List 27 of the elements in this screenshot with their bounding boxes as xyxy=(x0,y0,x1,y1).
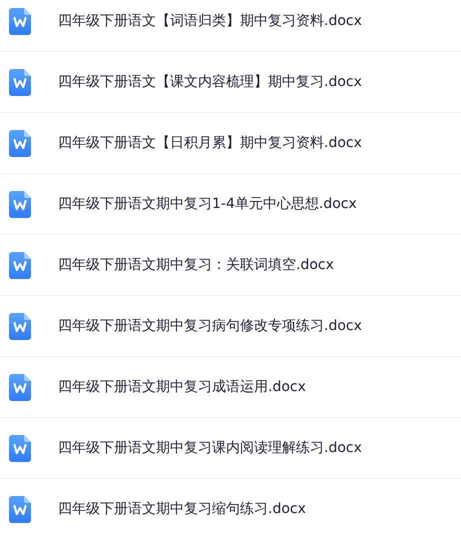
word-document-icon xyxy=(9,252,31,278)
file-row[interactable]: 四年级下册语文期中复习：关联词填空.docx xyxy=(0,235,461,296)
file-row[interactable]: 四年级下册语文期中复习病句修改专项练习.docx xyxy=(0,296,461,357)
word-document-icon xyxy=(9,496,31,522)
file-name: 四年级下册语文期中复习：关联词填空.docx xyxy=(58,256,334,274)
word-document-icon xyxy=(9,130,31,156)
word-document-icon xyxy=(9,434,31,462)
word-document-icon xyxy=(9,374,31,400)
word-document-icon xyxy=(9,312,31,340)
word-document-icon xyxy=(9,190,31,218)
file-row[interactable]: 四年级下册语文【日积月累】期中复习资料.docx xyxy=(0,113,461,174)
file-name: 四年级下册语文【课文内容梳理】期中复习.docx xyxy=(58,72,362,92)
file-name: 四年级下册语文期中复习成语运用.docx xyxy=(58,378,306,396)
file-name: 四年级下册语文期中复习病句修改专项练习.docx xyxy=(58,316,362,336)
file-row[interactable]: 四年级下册语文期中复习缩句练习.docx xyxy=(0,479,461,535)
word-document-icon xyxy=(9,68,31,96)
file-name: 四年级下册语文【词语归类】期中复习资料.docx xyxy=(58,12,362,30)
file-row[interactable]: 四年级下册语文【课文内容梳理】期中复习.docx xyxy=(0,52,461,113)
file-name: 四年级下册语文期中复习缩句练习.docx xyxy=(58,500,306,518)
file-row[interactable]: 四年级下册语文【词语归类】期中复习资料.docx xyxy=(0,0,461,52)
file-name: 四年级下册语文【日积月累】期中复习资料.docx xyxy=(58,134,362,152)
file-row[interactable]: 四年级下册语文期中复习1-4单元中心思想.docx xyxy=(0,174,461,235)
file-name: 四年级下册语文期中复习1-4单元中心思想.docx xyxy=(58,194,357,214)
file-row[interactable]: 四年级下册语文期中复习课内阅读理解练习.docx xyxy=(0,418,461,479)
file-row[interactable]: 四年级下册语文期中复习成语运用.docx xyxy=(0,357,461,418)
word-document-icon xyxy=(9,8,31,34)
file-name: 四年级下册语文期中复习课内阅读理解练习.docx xyxy=(58,438,362,458)
